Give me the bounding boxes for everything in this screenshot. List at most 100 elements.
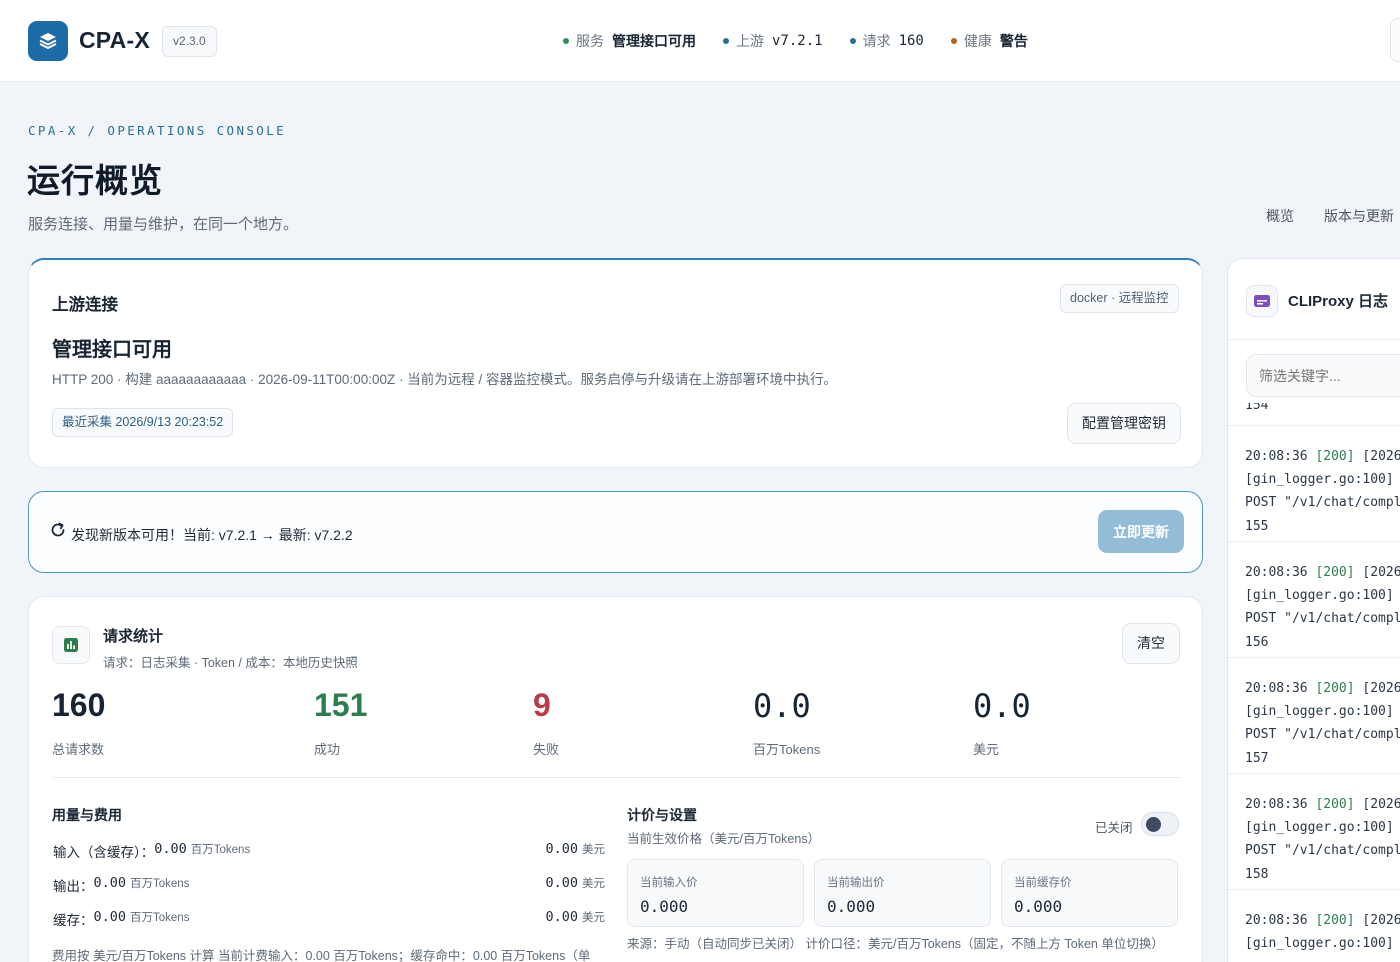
log-filter-input[interactable] xyxy=(1246,354,1400,397)
log-tail: [2026- xyxy=(1362,449,1400,464)
log-time: 20:08:36 xyxy=(1245,681,1308,696)
price-label: 当前缓存价 xyxy=(1014,877,1072,889)
metric-success-value: 151 xyxy=(314,687,368,723)
usage-value: 0.00 xyxy=(93,875,127,891)
upstream-detail: HTTP 200 · 构建 aaaaaaaaaaaa · 2026-09-11T… xyxy=(52,372,837,387)
log-time: 20:08:36 xyxy=(1245,449,1308,464)
log-icon-box xyxy=(1246,285,1278,317)
log-panel: CLIProxy 日志 154 20:08:36 [200] [2026- [g… xyxy=(1227,258,1400,962)
metric-success-label: 成功 xyxy=(314,742,341,757)
update-now-button[interactable]: 立即更新 xyxy=(1098,510,1184,553)
layers-icon xyxy=(39,33,57,49)
log-scroll[interactable]: 154 20:08:36 [200] [2026- [gin_logger.go… xyxy=(1228,403,1400,962)
request-stats-card: 请求统计 请求：日志采集 · Token / 成本：本地历史快照 清空 160 … xyxy=(28,596,1203,962)
upstream-heading: 上游连接 xyxy=(52,296,118,314)
status-key: 服务 xyxy=(576,33,604,49)
status-key: 上游 xyxy=(736,33,764,49)
usage-unit: 百万Tokens xyxy=(130,912,190,924)
refresh-icon xyxy=(51,522,65,537)
status-value: v7.2.1 xyxy=(772,33,823,49)
status-value: 管理接口可用 xyxy=(612,33,696,49)
price-value: 0.000 xyxy=(827,897,876,916)
log-line: POST "/v1/chat/comple xyxy=(1245,727,1400,743)
log-header-divider xyxy=(1228,339,1400,340)
usage-cost: 0.00 xyxy=(545,875,578,891)
app-name: CPA-X xyxy=(79,27,150,53)
log-tail: [2026- xyxy=(1362,797,1400,812)
status-dot xyxy=(723,38,729,44)
log-line: 156 xyxy=(1245,634,1269,650)
log-line: [gin_logger.go:100] 2 xyxy=(1245,820,1400,836)
usage-label: 输出： xyxy=(53,879,94,894)
usage-value: 0.00 xyxy=(93,909,127,925)
usage-cost-unit: 美元 xyxy=(582,878,605,890)
usage-unit: 百万Tokens xyxy=(190,844,251,856)
metric-cost-label: 美元 xyxy=(973,742,1000,757)
usage-cost: 0.00 xyxy=(545,909,578,925)
usage-cost-unit: 美元 xyxy=(582,844,605,856)
price-label: 当前输出价 xyxy=(827,877,885,889)
metric-tokens-label: 百万Tokens xyxy=(753,742,821,757)
log-line: POST "/v1/chat/comple xyxy=(1245,495,1400,511)
log-code: [200] xyxy=(1315,913,1355,928)
metric-failure-value: 9 xyxy=(533,687,551,723)
metric-cost-value: 0.0 xyxy=(973,687,1031,725)
metric-failure-label: 失败 xyxy=(533,742,560,757)
log-code: [200] xyxy=(1315,681,1355,696)
bar-chart-icon xyxy=(64,638,78,652)
top-bar: CPA-X v2.3.0 服务 管理接口可用 上游 v7.2.1 请求 160 … xyxy=(0,0,1400,82)
log-tail: [2026- xyxy=(1362,565,1400,580)
usage-value: 0.00 xyxy=(154,841,187,857)
price-value: 0.000 xyxy=(1014,897,1063,916)
status-value: 160 xyxy=(898,33,924,49)
usage-heading: 用量与费用 xyxy=(52,807,122,823)
nav-versions[interactable]: 版本与更新 xyxy=(1324,206,1394,226)
stats-heading: 请求统计 xyxy=(103,628,164,645)
update-message: 发现新版本可用！当前: v7.2.1 → 最新: v7.2.2 xyxy=(71,527,353,543)
status-dot xyxy=(950,38,957,44)
usage-unit: 百万Tokens xyxy=(130,878,190,890)
page-subtitle: 服务连接、用量与维护，在同一个地方。 xyxy=(28,216,299,233)
log-line: 155 xyxy=(1245,518,1269,534)
upstream-status-title: 管理接口可用 xyxy=(52,339,172,361)
usage-note: 费用按 美元/百万Tokens 计算 当前计费输入：0.00 百万Tokens；… xyxy=(52,949,591,962)
usage-label: 缓存： xyxy=(53,913,94,928)
log-time: 20:08:36 xyxy=(1245,913,1308,928)
price-cache-box: 当前缓存价 0.000 xyxy=(1001,859,1178,927)
log-tail: [2026- xyxy=(1362,913,1400,928)
app-logo[interactable] xyxy=(28,21,68,61)
log-line: [gin_logger.go:100] 2 xyxy=(1245,472,1400,488)
topbar-action-button[interactable] xyxy=(1390,18,1400,62)
log-entry: 20:08:36 [200] [2026- [gin_logger.go:100… xyxy=(1228,657,1400,773)
log-line: 157 xyxy=(1245,750,1269,766)
usage-row-input: 输入（含缓存）： 0.00 百万Tokens 0.00 美元 xyxy=(53,841,605,861)
auto-sync-toggle[interactable] xyxy=(1141,812,1179,836)
nav-overview[interactable]: 概览 xyxy=(1266,206,1294,226)
log-entry: 20:08:36 [200] [2026- [gin_logger.go:100… xyxy=(1228,425,1400,541)
stats-icon-box xyxy=(52,626,90,664)
log-line: POST "/v1/chat/comple xyxy=(1245,843,1400,859)
clear-stats-button[interactable]: 清空 xyxy=(1122,623,1180,664)
update-banner: 发现新版本可用！当前: v7.2.1 → 最新: v7.2.2 立即更新 xyxy=(28,491,1203,573)
status-key: 请求 xyxy=(862,33,891,49)
status-strip: 服务 管理接口可用 上游 v7.2.1 请求 160 健康 警告 xyxy=(563,30,1055,52)
log-line: 158 xyxy=(1245,866,1269,882)
log-code: [200] xyxy=(1315,797,1355,812)
metric-total-label: 总请求数 xyxy=(52,742,105,757)
log-line: [gin_logger.go:100] 2 xyxy=(1245,588,1400,604)
status-dot xyxy=(849,38,856,44)
usage-row-output: 输出： 0.00 百万Tokens 0.00 美元 xyxy=(53,875,605,895)
terminal-icon xyxy=(1254,295,1270,307)
pricing-source-note: 来源：手动（自动同步已关闭） 计价口径：美元/百万Tokens（固定，不随上方 … xyxy=(627,937,1164,951)
usage-row-cache: 缓存： 0.00 百万Tokens 0.00 美元 xyxy=(53,909,605,929)
upstream-card: 上游连接 docker · 远程监控 管理接口可用 HTTP 200 · 构建 … xyxy=(28,258,1203,468)
auto-sync-label: 已关闭 xyxy=(1095,821,1133,835)
usage-cost: 0.00 xyxy=(545,841,578,857)
stats-divider xyxy=(53,777,1180,778)
config-key-button[interactable]: 配置管理密钥 xyxy=(1067,403,1181,444)
log-code: [200] xyxy=(1315,449,1355,464)
log-entry: 20:08:36 [200] [2026- [gin_logger.go:100… xyxy=(1228,541,1400,657)
status-health: 健康 警告 xyxy=(950,31,1028,51)
mode-tag: docker · 远程监控 xyxy=(1060,284,1179,313)
log-line: [gin_logger.go:100] 2 xyxy=(1245,936,1400,952)
